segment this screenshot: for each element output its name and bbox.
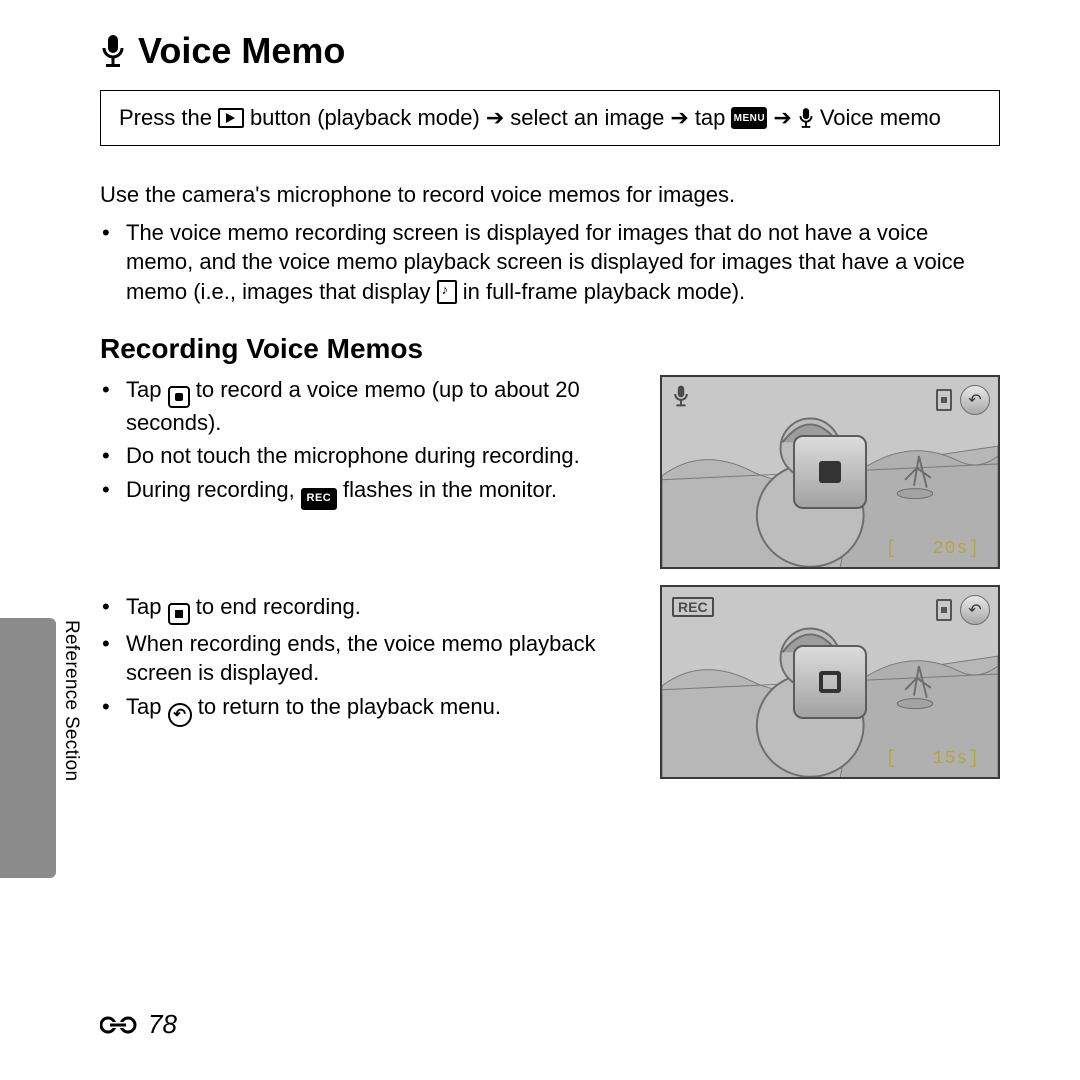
record-button[interactable] — [793, 435, 867, 509]
camera-screen-recording-ready: ↶ [ 20s] — [660, 375, 1000, 569]
manual-page: Reference Section Voice Memo Press the b… — [0, 0, 1080, 1080]
list-item: Do not touch the microphone during recor… — [126, 441, 630, 471]
page-footer: 78 — [100, 1009, 177, 1040]
intro-list: The voice memo recording screen is displ… — [100, 218, 1000, 307]
section-heading: Recording Voice Memos — [100, 333, 1000, 365]
back-button[interactable]: ↶ — [960, 385, 990, 415]
page-title: Voice Memo — [100, 30, 1000, 72]
step-text: Tap — [126, 594, 161, 619]
nav-text: select an image — [510, 105, 664, 131]
step-text: to record a voice memo (up to about 20 s… — [126, 377, 580, 435]
intro-text: Use the camera's microphone to record vo… — [100, 180, 1000, 210]
list-item: Tap ↶ to return to the playback menu. — [126, 692, 630, 727]
arrow-icon: ➔ — [670, 105, 688, 131]
stop-icon — [168, 603, 190, 625]
steps-list-2: Tap to end recording. When recording end… — [100, 592, 630, 728]
intro-bullet-b: in full-frame playback mode). — [463, 279, 745, 304]
menu-icon: MENU — [731, 107, 767, 129]
record-icon — [168, 386, 190, 408]
nav-text: tap — [695, 105, 726, 131]
steps-list-1: Tap to record a voice memo (up to about … — [100, 375, 630, 510]
section-tab — [0, 618, 56, 878]
list-item: Tap to record a voice memo (up to about … — [126, 375, 630, 438]
mic-icon — [100, 34, 126, 68]
step-text: Tap — [126, 377, 161, 402]
tab-icon — [936, 599, 952, 621]
back-icon: ↶ — [168, 703, 192, 727]
back-button[interactable]: ↶ — [960, 595, 990, 625]
arrow-icon: ➔ — [486, 105, 504, 131]
page-number: 78 — [148, 1009, 177, 1040]
arrow-icon: ➔ — [773, 105, 791, 131]
mic-icon — [798, 107, 814, 129]
navigation-path-box: Press the button (playback mode) ➔ selec… — [100, 90, 1000, 146]
list-item: During recording, REC flashes in the mon… — [126, 475, 630, 509]
camera-screen-recording: REC ↶ [ 15s] — [660, 585, 1000, 779]
list-item: When recording ends, the voice memo play… — [126, 629, 630, 688]
section-label: Reference Section — [60, 620, 82, 781]
reference-link-icon — [100, 1013, 140, 1037]
rec-indicator-icon: REC — [301, 488, 337, 510]
list-item: The voice memo recording screen is displ… — [126, 218, 1000, 307]
screen-top-right: ↶ — [936, 595, 990, 625]
playback-button-icon — [218, 108, 244, 128]
stop-button[interactable] — [793, 645, 867, 719]
list-item: Tap to end recording. — [126, 592, 630, 625]
time-remaining: [ 20s] — [886, 539, 980, 559]
screen-top-right: ↶ — [936, 385, 990, 415]
step-text: flashes in the monitor. — [343, 477, 557, 502]
step-text: During recording, — [126, 477, 295, 502]
time-remaining: [ 15s] — [886, 749, 980, 769]
nav-text: button (playback mode) — [250, 105, 480, 131]
tab-icon — [936, 389, 952, 411]
step-text: to return to the playback menu. — [198, 694, 501, 719]
voice-memo-icon — [437, 280, 457, 304]
step-text: to end recording. — [196, 594, 361, 619]
rec-indicator: REC — [672, 597, 714, 617]
step-text: Tap — [126, 694, 161, 719]
nav-text: Voice memo — [820, 105, 941, 131]
page-title-text: Voice Memo — [138, 30, 345, 72]
nav-text: Press the — [119, 105, 212, 131]
